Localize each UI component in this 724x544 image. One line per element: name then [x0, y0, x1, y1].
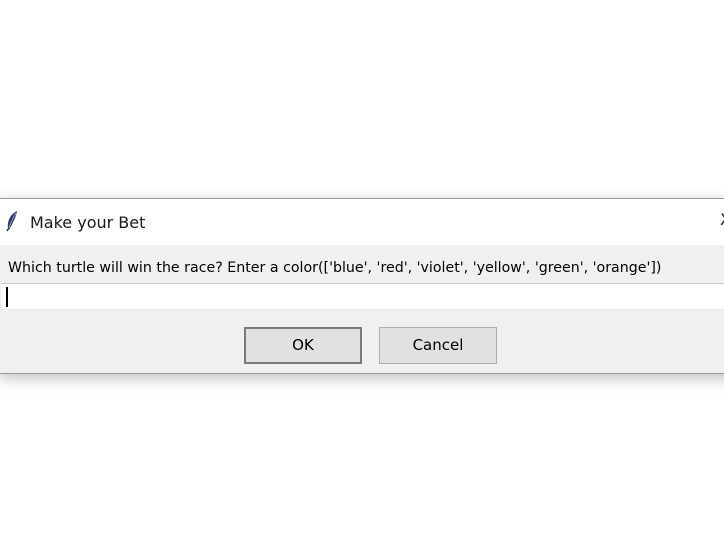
color-entry-field[interactable] [1, 283, 724, 310]
close-icon[interactable]: X [720, 210, 724, 229]
dialog-title: Make your Bet [30, 213, 146, 232]
prompt-label: Which turtle will win the race? Enter a … [8, 260, 662, 276]
feather-icon [5, 210, 19, 232]
text-caret [6, 287, 8, 307]
bet-dialog: Make your Bet X Which turtle will win th… [0, 198, 724, 374]
cancel-button[interactable]: Cancel [379, 327, 497, 364]
title-bar[interactable]: Make your Bet X [0, 199, 724, 245]
ok-button[interactable]: OK [244, 327, 362, 364]
